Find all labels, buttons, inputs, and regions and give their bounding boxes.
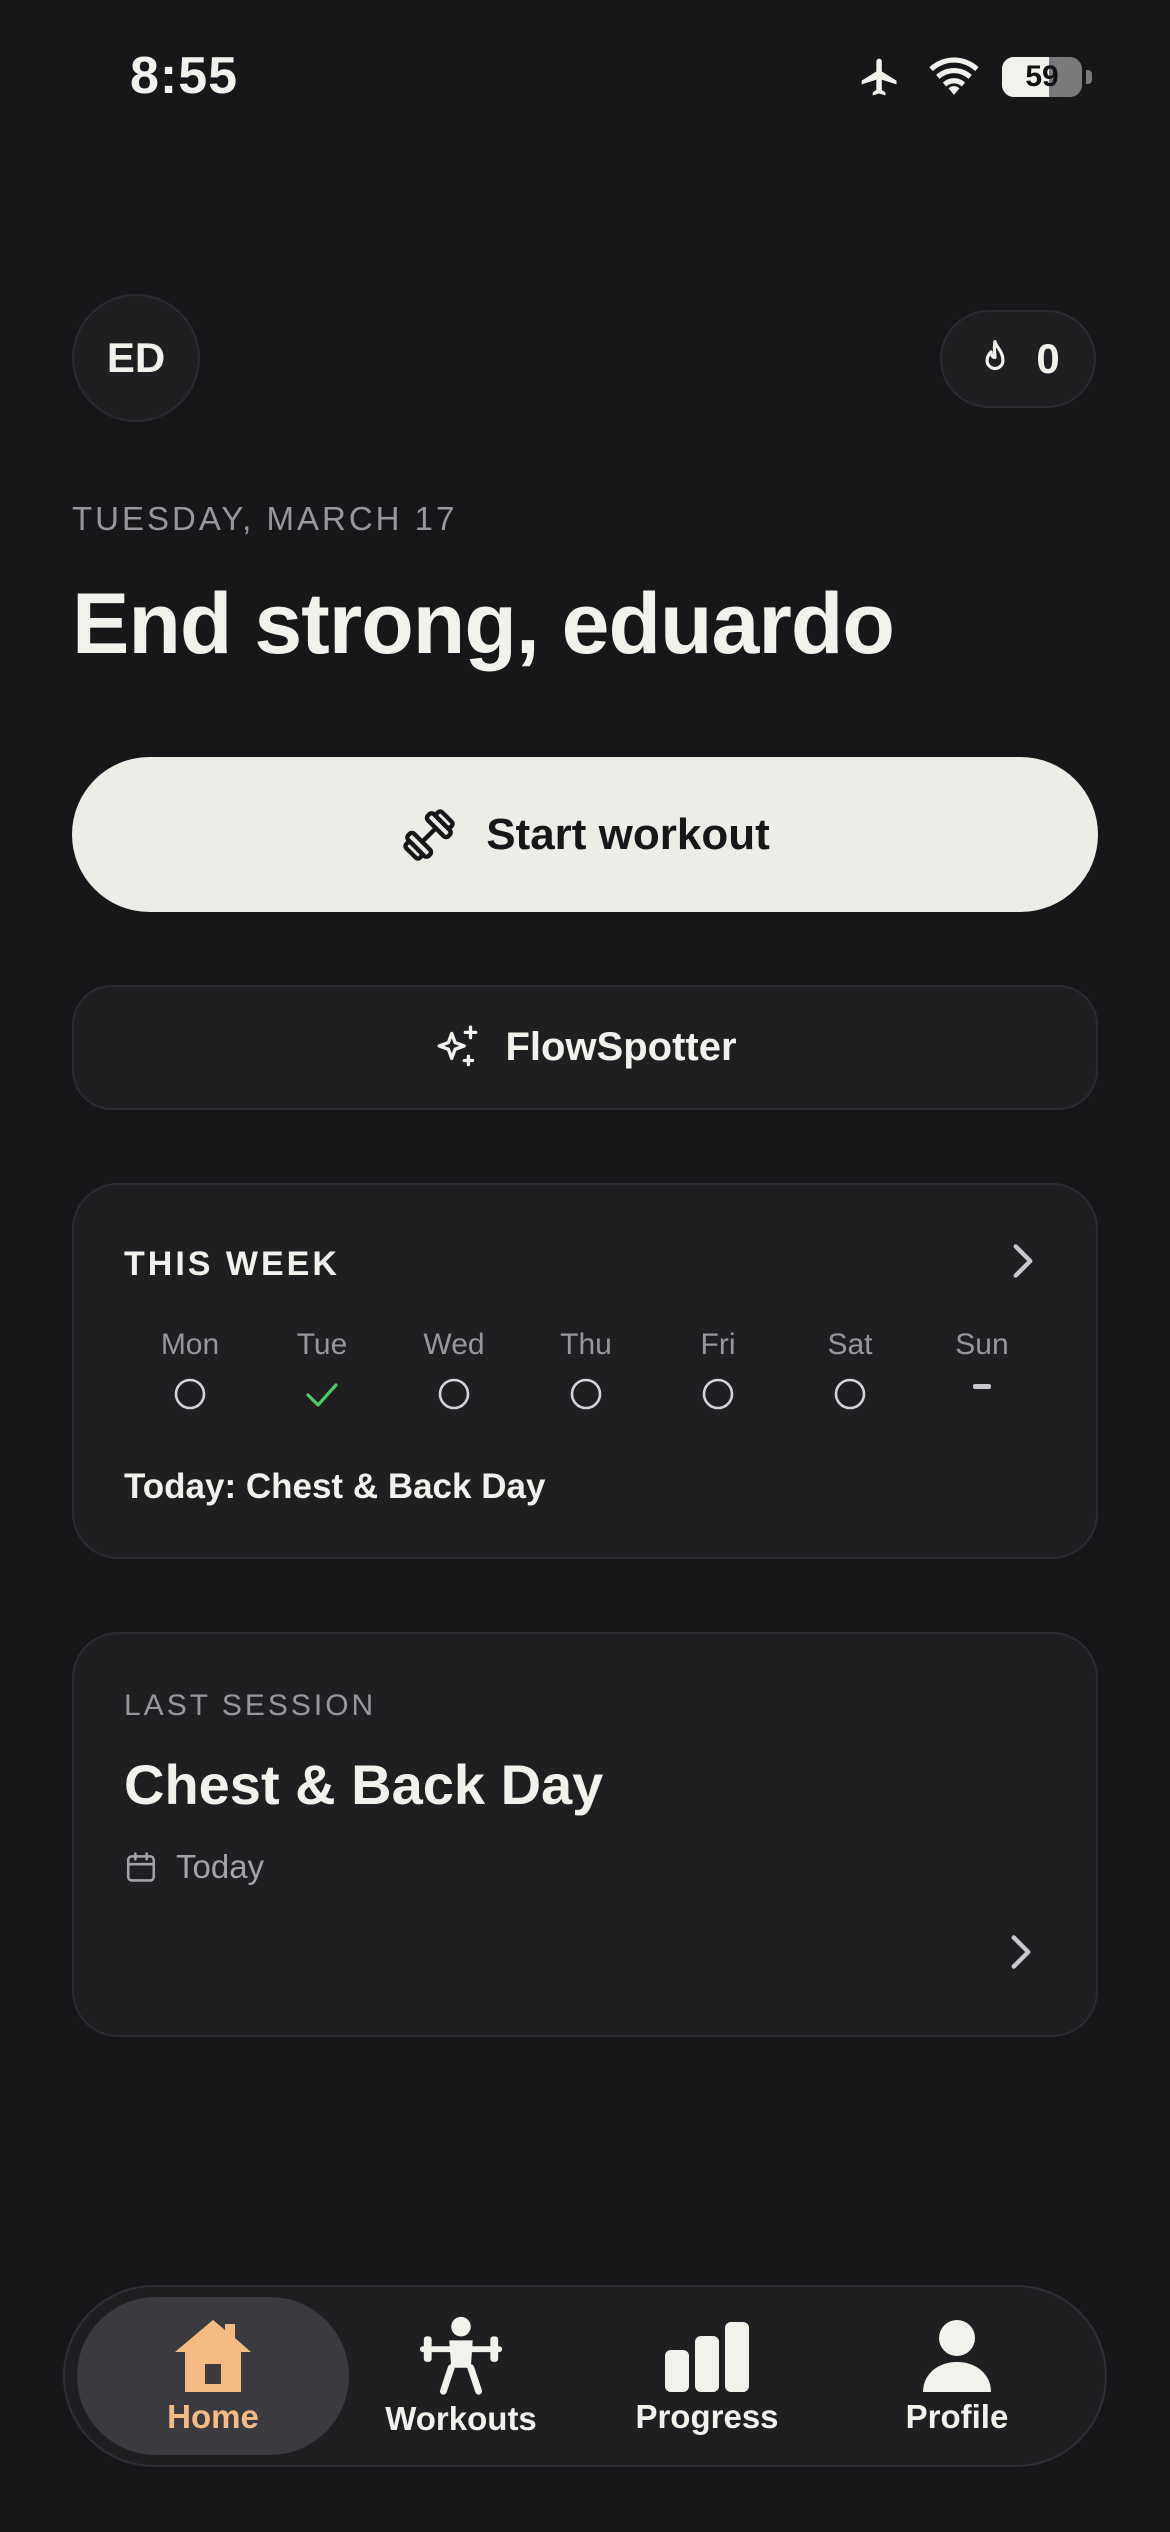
- tab-profile[interactable]: Profile: [821, 2297, 1093, 2455]
- status-time: 8:55: [130, 47, 239, 105]
- start-workout-label: Start workout: [486, 809, 770, 859]
- empty-circle-icon: [437, 1372, 471, 1416]
- tab-progress[interactable]: Progress: [571, 2297, 843, 2455]
- day-wed: Wed: [388, 1328, 520, 1416]
- last-session-title: Chest & Back Day: [124, 1753, 604, 1816]
- week-days: Mon Tue Wed Thu Fri Sat Sun: [124, 1328, 1060, 1416]
- this-week-card[interactable]: THIS WEEK Mon Tue Wed Thu Fri Sat Sun Today: C…: [72, 1183, 1098, 1559]
- date-line: TUESDAY, MARCH 17: [72, 500, 458, 537]
- day-fri: Fri: [652, 1328, 784, 1416]
- empty-circle-icon: [173, 1372, 207, 1416]
- last-session-date-text: Today: [176, 1848, 265, 1885]
- day-tue: Tue: [256, 1328, 388, 1416]
- tab-profile-label: Profile: [905, 2398, 1009, 2435]
- chevron-right-icon[interactable]: [1010, 1241, 1036, 1281]
- empty-circle-icon: [833, 1372, 867, 1416]
- day-label: Sun: [955, 1328, 1009, 1361]
- day-label: Mon: [160, 1328, 220, 1361]
- day-mon: Mon: [124, 1328, 256, 1416]
- status-icons: 59: [854, 52, 1092, 102]
- tab-home[interactable]: Home: [77, 2297, 349, 2455]
- page-title: End strong, eduardo: [72, 576, 895, 672]
- flowspotter-label: FlowSpotter: [505, 1025, 737, 1069]
- status-bar: 8:55 59: [0, 0, 1170, 150]
- chevron-right-icon[interactable]: [1008, 1932, 1034, 1972]
- weightlifter-icon: [419, 2316, 503, 2395]
- empty-circle-icon: [701, 1372, 735, 1416]
- calendar-icon: [126, 1852, 156, 1882]
- tab-progress-label: Progress: [635, 2398, 779, 2435]
- tab-bar: Home Workouts Progress Profile: [63, 2285, 1107, 2467]
- this-week-title: THIS WEEK: [124, 1245, 340, 1283]
- bar-chart-icon: [665, 2322, 749, 2392]
- flowspotter-button[interactable]: FlowSpotter: [72, 985, 1098, 1110]
- last-session-date: Today: [124, 1848, 264, 1886]
- rest-day-icon: [971, 1372, 993, 1416]
- streak-count: 0: [1036, 335, 1060, 382]
- tab-workouts[interactable]: Workouts: [325, 2297, 597, 2455]
- home-icon: [175, 2320, 251, 2392]
- day-label: Sat: [827, 1328, 873, 1361]
- start-workout-button[interactable]: Start workout: [72, 757, 1098, 912]
- day-label: Thu: [560, 1328, 612, 1361]
- avatar[interactable]: ED: [72, 294, 200, 422]
- dumbbell-icon: [403, 808, 455, 861]
- day-label: Fri: [700, 1328, 736, 1361]
- battery-cap: [1086, 70, 1092, 84]
- day-label: Wed: [423, 1328, 485, 1361]
- battery-level: 59: [1025, 60, 1059, 93]
- battery-indicator: 59: [1002, 57, 1082, 97]
- day-thu: Thu: [520, 1328, 652, 1416]
- person-icon: [923, 2320, 991, 2392]
- day-sun: Sun: [916, 1328, 1048, 1416]
- day-label: Tue: [296, 1328, 348, 1361]
- streak-badge[interactable]: 0: [940, 310, 1096, 408]
- check-icon: [304, 1372, 340, 1416]
- sparkles-icon: [438, 1025, 478, 1066]
- flame-icon: [985, 340, 1005, 371]
- avatar-initials: ED: [106, 334, 166, 381]
- empty-circle-icon: [569, 1372, 603, 1416]
- tab-workouts-label: Workouts: [385, 2400, 537, 2437]
- wifi-icon: [929, 57, 979, 95]
- last-session-card[interactable]: LAST SESSION Chest & Back Day Today: [72, 1632, 1098, 2037]
- today-plan: Today: Chest & Back Day: [124, 1467, 546, 1506]
- airplane-icon: [861, 58, 897, 96]
- day-sat: Sat: [784, 1328, 916, 1416]
- tab-home-label: Home: [167, 2398, 259, 2435]
- last-session-label: LAST SESSION: [124, 1689, 377, 1722]
